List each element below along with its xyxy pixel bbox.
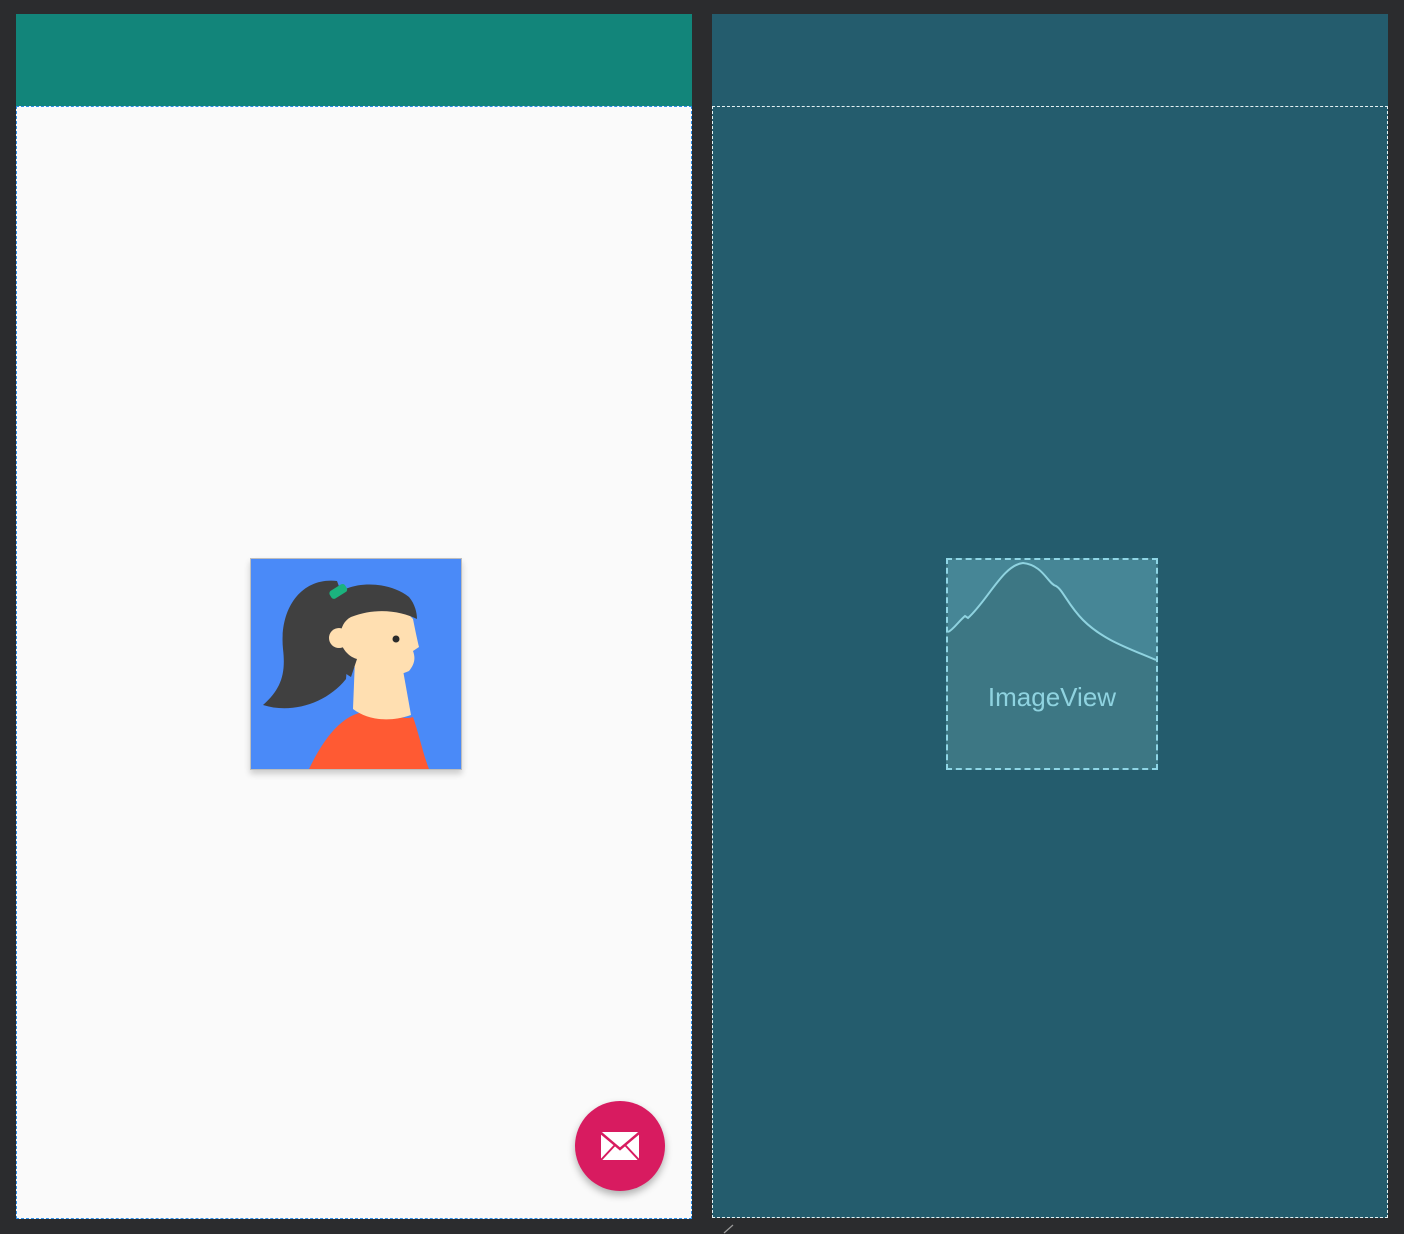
image-view-label: ImageView xyxy=(987,682,1117,712)
content-layout[interactable] xyxy=(16,106,692,1219)
mail-icon xyxy=(600,1132,640,1161)
resize-handle-icon[interactable] xyxy=(722,1224,734,1234)
compose-fab-button[interactable] xyxy=(575,1101,665,1191)
avatar-image-view[interactable] xyxy=(250,558,462,770)
blueprint-app-bar[interactable] xyxy=(712,14,1388,106)
blueprint-image-view[interactable]: ImageView xyxy=(946,558,1158,770)
image-placeholder-icon xyxy=(948,560,1156,661)
blueprint-surface[interactable]: ImageView xyxy=(712,14,1388,1219)
avatar-woman-icon xyxy=(251,559,461,769)
app-bar[interactable] xyxy=(16,14,692,106)
blueprint-content-layout[interactable]: ImageView xyxy=(712,106,1388,1218)
layout-editor-canvas: ImageView xyxy=(0,0,1404,1234)
design-surface[interactable] xyxy=(16,14,692,1219)
